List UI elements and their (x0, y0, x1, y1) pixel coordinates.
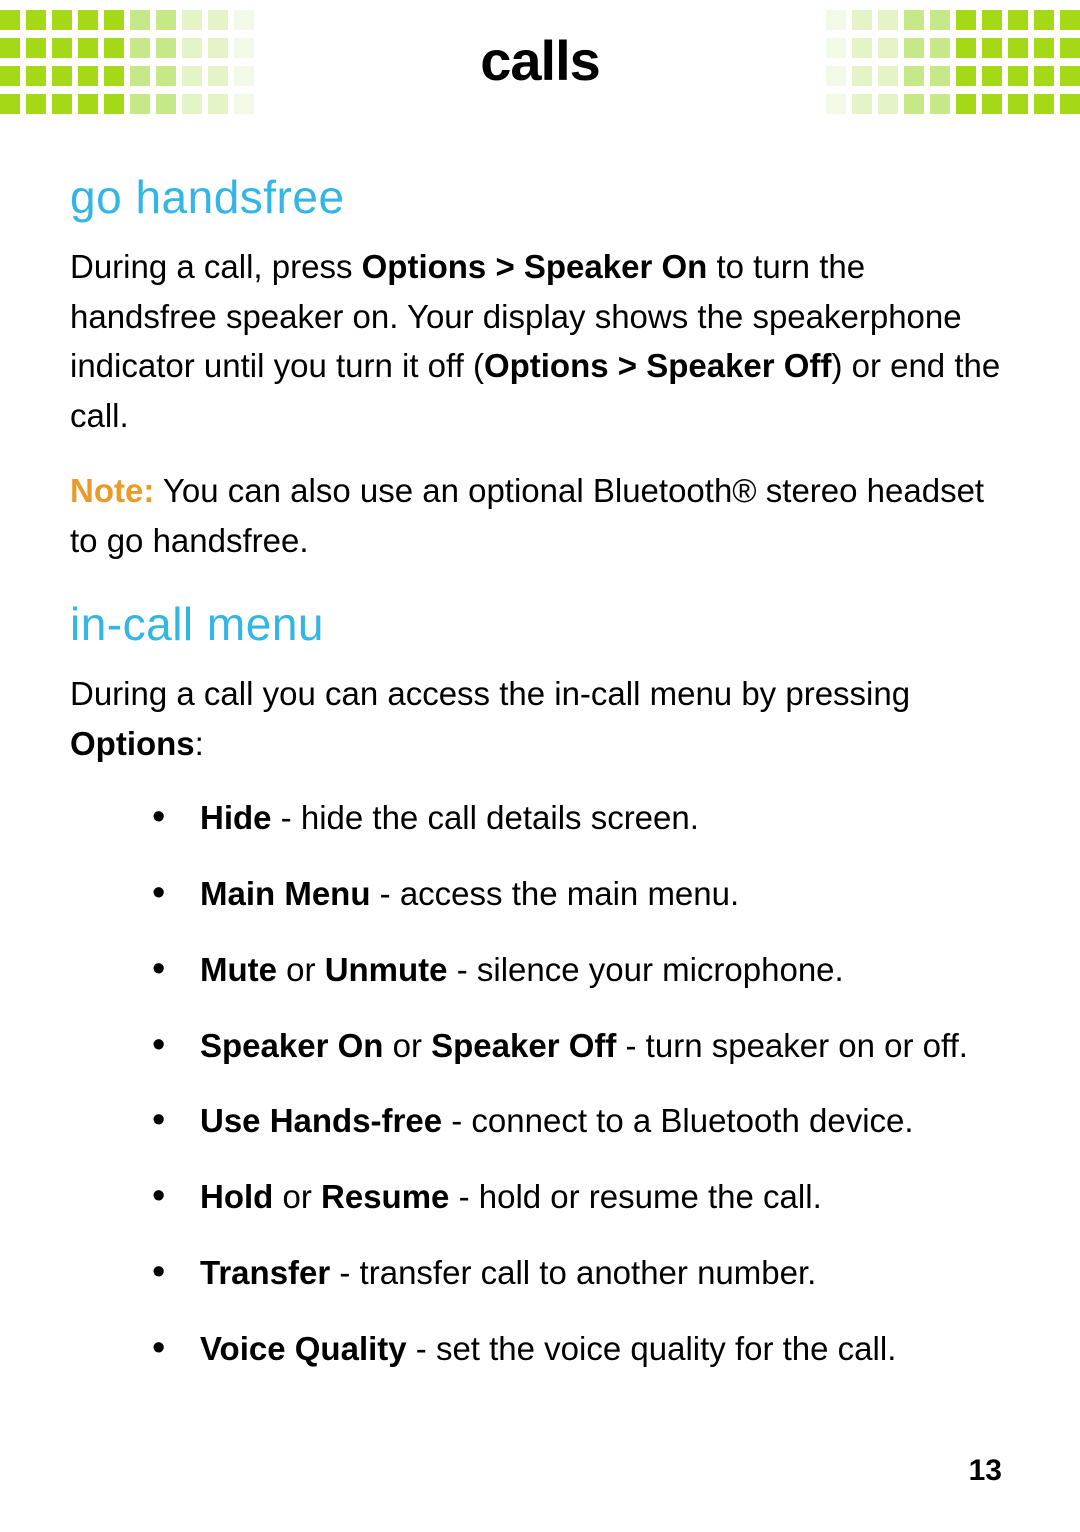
list-item: Voice Quality - set the voice quality fo… (70, 1325, 1010, 1373)
text: or (383, 1027, 431, 1064)
option-path: Options > Speaker On (362, 248, 708, 285)
text: or (277, 951, 325, 988)
text: - turn speaker on or off. (616, 1027, 968, 1064)
option-label: Options (70, 725, 195, 762)
menu-option: Transfer (200, 1254, 330, 1291)
decorative-squares-left (0, 10, 260, 122)
text: - connect to a Bluetooth device. (442, 1102, 913, 1139)
menu-option: Speaker Off (431, 1027, 616, 1064)
text: - access the main menu. (371, 875, 740, 912)
decorative-squares-right (820, 10, 1080, 122)
note-label: Note: (70, 472, 154, 509)
text: During a call you can access the in-call… (70, 675, 910, 712)
menu-option: Voice Quality (200, 1330, 407, 1367)
page-content: go handsfree During a call, press Option… (0, 130, 1080, 1373)
list-item: Hold or Resume - hold or resume the call… (70, 1173, 1010, 1221)
heading-in-call-menu: in-call menu (70, 597, 1010, 651)
in-call-menu-list: Hide - hide the call details screen. Mai… (70, 794, 1010, 1373)
option-path: Options > Speaker Off (484, 347, 832, 384)
list-item: Speaker On or Speaker Off - turn speaker… (70, 1022, 1010, 1070)
list-item: Transfer - transfer call to another numb… (70, 1249, 1010, 1297)
page-header: calls (0, 0, 1080, 130)
handsfree-note: Note: You can also use an optional Bluet… (70, 466, 1010, 565)
menu-option: Use Hands-free (200, 1102, 442, 1139)
text: - hide the call details screen. (272, 799, 699, 836)
text: - set the voice quality for the call. (407, 1330, 897, 1367)
handsfree-paragraph: During a call, press Options > Speaker O… (70, 242, 1010, 440)
menu-option: Hide (200, 799, 272, 836)
list-item: Hide - hide the call details screen. (70, 794, 1010, 842)
incall-intro: During a call you can access the in-call… (70, 669, 1010, 768)
text: - transfer call to another number. (330, 1254, 816, 1291)
list-item: Use Hands-free - connect to a Bluetooth … (70, 1097, 1010, 1145)
menu-option: Speaker On (200, 1027, 383, 1064)
text: - silence your microphone. (448, 951, 844, 988)
text: During a call, press (70, 248, 362, 285)
menu-option: Hold (200, 1178, 273, 1215)
text: : (195, 725, 204, 762)
list-item: Mute or Unmute - silence your microphone… (70, 946, 1010, 994)
list-item: Main Menu - access the main menu. (70, 870, 1010, 918)
text: - hold or resume the call. (449, 1178, 821, 1215)
heading-go-handsfree: go handsfree (70, 170, 1010, 224)
menu-option: Unmute (325, 951, 448, 988)
text: or (273, 1178, 321, 1215)
page-number: 13 (969, 1454, 1002, 1488)
menu-option: Resume (321, 1178, 449, 1215)
note-text: You can also use an optional Bluetooth® … (70, 472, 984, 559)
menu-option: Mute (200, 951, 277, 988)
menu-option: Main Menu (200, 875, 371, 912)
